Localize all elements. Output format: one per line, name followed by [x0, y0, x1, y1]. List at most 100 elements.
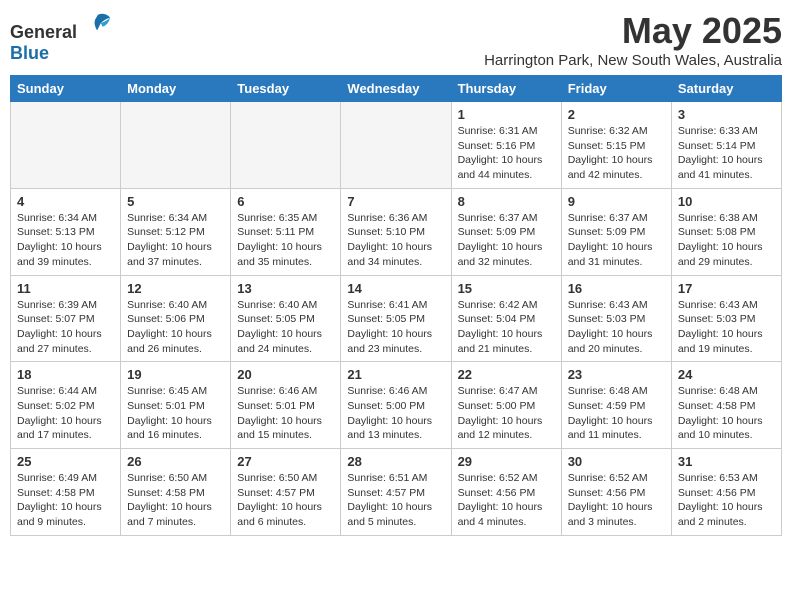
day-info: Sunrise: 6:37 AM Sunset: 5:09 PM Dayligh…: [568, 211, 665, 270]
location-title: Harrington Park, New South Wales, Austra…: [484, 52, 782, 69]
calendar-day-cell: 21Sunrise: 6:46 AM Sunset: 5:00 PM Dayli…: [341, 362, 451, 449]
day-info: Sunrise: 6:32 AM Sunset: 5:15 PM Dayligh…: [568, 124, 665, 183]
calendar-day-cell: 5Sunrise: 6:34 AM Sunset: 5:12 PM Daylig…: [121, 188, 231, 275]
day-number: 17: [678, 281, 775, 296]
day-info: Sunrise: 6:39 AM Sunset: 5:07 PM Dayligh…: [17, 298, 114, 357]
day-number: 2: [568, 107, 665, 122]
calendar-header-row: SundayMondayTuesdayWednesdayThursdayFrid…: [11, 76, 782, 102]
calendar-day-cell: 4Sunrise: 6:34 AM Sunset: 5:13 PM Daylig…: [11, 188, 121, 275]
day-info: Sunrise: 6:31 AM Sunset: 5:16 PM Dayligh…: [458, 124, 555, 183]
day-number: 31: [678, 454, 775, 469]
logo-bird-icon: [84, 10, 112, 38]
day-info: Sunrise: 6:34 AM Sunset: 5:12 PM Dayligh…: [127, 211, 224, 270]
day-info: Sunrise: 6:45 AM Sunset: 5:01 PM Dayligh…: [127, 384, 224, 443]
calendar-week-row: 4Sunrise: 6:34 AM Sunset: 5:13 PM Daylig…: [11, 188, 782, 275]
day-info: Sunrise: 6:43 AM Sunset: 5:03 PM Dayligh…: [568, 298, 665, 357]
day-number: 30: [568, 454, 665, 469]
calendar-day-cell: 24 Sunrise: 6:48 AM Sunset: 4:58 PM Dayli…: [671, 362, 781, 449]
calendar-day-cell: 3 Sunrise: 6:33 AM Sunset: 5:14 PM Daylig…: [671, 102, 781, 189]
calendar-week-row: 25Sunrise: 6:49 AM Sunset: 4:58 PM Dayli…: [11, 449, 782, 536]
calendar-day-cell: 18 Sunrise: 6:44 AM Sunset: 5:02 PM Dayli…: [11, 362, 121, 449]
day-number: 23: [568, 367, 665, 382]
calendar-day-cell: [341, 102, 451, 189]
day-info: Sunrise: 6:48 AM Sunset: 4:58 PM Dayligh…: [678, 384, 775, 443]
day-number: 18: [17, 367, 114, 382]
calendar-day-cell: 23 Sunrise: 6:48 AM Sunset: 4:59 PM Dayli…: [561, 362, 671, 449]
day-info: Sunrise: 6:36 AM Sunset: 5:10 PM Dayligh…: [347, 211, 444, 270]
day-number: 15: [458, 281, 555, 296]
day-number: 22: [458, 367, 555, 382]
day-number: 14: [347, 281, 444, 296]
day-info: Sunrise: 6:52 AM Sunset: 4:56 PM Dayligh…: [568, 471, 665, 530]
calendar-day-header: Thursday: [451, 76, 561, 102]
calendar-day-cell: 10Sunrise: 6:38 AM Sunset: 5:08 PM Dayli…: [671, 188, 781, 275]
day-number: 9: [568, 194, 665, 209]
day-info: Sunrise: 6:33 AM Sunset: 5:14 PM Dayligh…: [678, 124, 775, 183]
day-number: 19: [127, 367, 224, 382]
day-number: 8: [458, 194, 555, 209]
title-block: May 2025 Harrington Park, New South Wale…: [484, 10, 782, 69]
calendar-table: SundayMondayTuesdayWednesdayThursdayFrid…: [10, 75, 782, 536]
day-number: 26: [127, 454, 224, 469]
calendar-day-cell: 12 Sunrise: 6:40 AM Sunset: 5:06 PM Dayli…: [121, 275, 231, 362]
day-info: Sunrise: 6:50 AM Sunset: 4:58 PM Dayligh…: [127, 471, 224, 530]
calendar-day-cell: 31 Sunrise: 6:53 AM Sunset: 4:56 PM Dayli…: [671, 449, 781, 536]
day-info: Sunrise: 6:47 AM Sunset: 5:00 PM Dayligh…: [458, 384, 555, 443]
calendar-day-cell: 17 Sunrise: 6:43 AM Sunset: 5:03 PM Dayli…: [671, 275, 781, 362]
calendar-day-header: Wednesday: [341, 76, 451, 102]
calendar-day-cell: 30 Sunrise: 6:52 AM Sunset: 4:56 PM Dayli…: [561, 449, 671, 536]
day-info: Sunrise: 6:51 AM Sunset: 4:57 PM Dayligh…: [347, 471, 444, 530]
day-number: 25: [17, 454, 114, 469]
day-number: 28: [347, 454, 444, 469]
day-number: 20: [237, 367, 334, 382]
calendar-day-cell: 7 Sunrise: 6:36 AM Sunset: 5:10 PM Daylig…: [341, 188, 451, 275]
calendar-day-header: Tuesday: [231, 76, 341, 102]
day-number: 21: [347, 367, 444, 382]
logo-blue-text: Blue: [10, 43, 49, 63]
day-number: 27: [237, 454, 334, 469]
calendar-day-cell: 20 Sunrise: 6:46 AM Sunset: 5:01 PM Dayli…: [231, 362, 341, 449]
calendar-day-cell: 1Sunrise: 6:31 AM Sunset: 5:16 PM Daylig…: [451, 102, 561, 189]
calendar-day-cell: 19 Sunrise: 6:45 AM Sunset: 5:01 PM Dayli…: [121, 362, 231, 449]
calendar-day-cell: 27 Sunrise: 6:50 AM Sunset: 4:57 PM Dayli…: [231, 449, 341, 536]
calendar-day-cell: 26 Sunrise: 6:50 AM Sunset: 4:58 PM Dayli…: [121, 449, 231, 536]
calendar-week-row: 18 Sunrise: 6:44 AM Sunset: 5:02 PM Dayli…: [11, 362, 782, 449]
day-info: Sunrise: 6:42 AM Sunset: 5:04 PM Dayligh…: [458, 298, 555, 357]
calendar-day-cell: 13 Sunrise: 6:40 AM Sunset: 5:05 PM Dayli…: [231, 275, 341, 362]
day-number: 4: [17, 194, 114, 209]
calendar-week-row: 11 Sunrise: 6:39 AM Sunset: 5:07 PM Dayli…: [11, 275, 782, 362]
day-number: 3: [678, 107, 775, 122]
calendar-week-row: 1Sunrise: 6:31 AM Sunset: 5:16 PM Daylig…: [11, 102, 782, 189]
calendar-day-cell: 28 Sunrise: 6:51 AM Sunset: 4:57 PM Dayli…: [341, 449, 451, 536]
logo: General Blue: [10, 10, 112, 64]
calendar-day-cell: [11, 102, 121, 189]
day-info: Sunrise: 6:43 AM Sunset: 5:03 PM Dayligh…: [678, 298, 775, 357]
day-number: 11: [17, 281, 114, 296]
page-header: General Blue May 2025 Harrington Park, N…: [10, 10, 782, 69]
day-number: 13: [237, 281, 334, 296]
day-info: Sunrise: 6:53 AM Sunset: 4:56 PM Dayligh…: [678, 471, 775, 530]
day-info: Sunrise: 6:38 AM Sunset: 5:08 PM Dayligh…: [678, 211, 775, 270]
day-info: Sunrise: 6:40 AM Sunset: 5:06 PM Dayligh…: [127, 298, 224, 357]
calendar-day-header: Friday: [561, 76, 671, 102]
day-number: 29: [458, 454, 555, 469]
day-number: 24: [678, 367, 775, 382]
day-number: 16: [568, 281, 665, 296]
day-info: Sunrise: 6:41 AM Sunset: 5:05 PM Dayligh…: [347, 298, 444, 357]
day-number: 12: [127, 281, 224, 296]
day-info: Sunrise: 6:44 AM Sunset: 5:02 PM Dayligh…: [17, 384, 114, 443]
day-info: Sunrise: 6:52 AM Sunset: 4:56 PM Dayligh…: [458, 471, 555, 530]
calendar-day-cell: 15 Sunrise: 6:42 AM Sunset: 5:04 PM Dayli…: [451, 275, 561, 362]
calendar-day-cell: 25Sunrise: 6:49 AM Sunset: 4:58 PM Dayli…: [11, 449, 121, 536]
day-info: Sunrise: 6:35 AM Sunset: 5:11 PM Dayligh…: [237, 211, 334, 270]
day-info: Sunrise: 6:40 AM Sunset: 5:05 PM Dayligh…: [237, 298, 334, 357]
calendar-day-cell: 22 Sunrise: 6:47 AM Sunset: 5:00 PM Dayli…: [451, 362, 561, 449]
day-info: Sunrise: 6:48 AM Sunset: 4:59 PM Dayligh…: [568, 384, 665, 443]
day-info: Sunrise: 6:46 AM Sunset: 5:01 PM Dayligh…: [237, 384, 334, 443]
calendar-day-cell: 29 Sunrise: 6:52 AM Sunset: 4:56 PM Dayli…: [451, 449, 561, 536]
day-info: Sunrise: 6:50 AM Sunset: 4:57 PM Dayligh…: [237, 471, 334, 530]
day-number: 7: [347, 194, 444, 209]
calendar-day-cell: 14 Sunrise: 6:41 AM Sunset: 5:05 PM Dayli…: [341, 275, 451, 362]
calendar-day-cell: 8Sunrise: 6:37 AM Sunset: 5:09 PM Daylig…: [451, 188, 561, 275]
calendar-day-cell: 11 Sunrise: 6:39 AM Sunset: 5:07 PM Dayli…: [11, 275, 121, 362]
